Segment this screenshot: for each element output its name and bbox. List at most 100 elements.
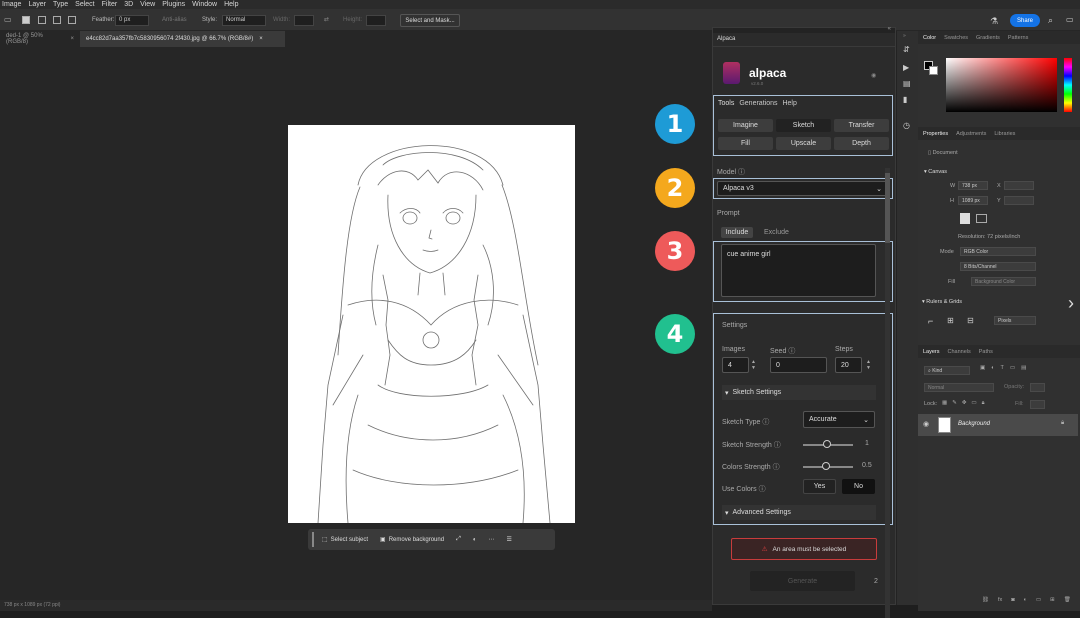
tab-adjustments[interactable]: Adjustments [956,131,986,137]
colors-strength-knob[interactable] [822,462,830,470]
collapse-icon[interactable]: « [888,26,891,32]
adjust-icon[interactable]: ◐ [469,532,481,547]
guides-icon[interactable]: ⊟ [967,316,974,325]
lock-artboard-icon[interactable]: ▭ [971,400,976,407]
layer-filter-select[interactable]: ⌕ Kind [924,366,970,375]
menu-select[interactable]: Select [75,1,94,8]
comment-icon[interactable]: ▮ [903,95,907,104]
height-input[interactable] [366,15,386,26]
tool-transfer-button[interactable]: Transfer [834,119,889,132]
lock-transparency-icon[interactable]: ▦ [942,400,947,407]
new-selection-icon[interactable] [22,16,30,24]
menu-type[interactable]: Type [53,1,68,8]
landscape-orientation-icon[interactable] [976,214,987,223]
add-selection-icon[interactable] [38,16,46,24]
tab-properties[interactable]: Properties [923,131,948,137]
height-field[interactable]: 1089 px [958,196,988,205]
lock-paint-icon[interactable]: ✎ [952,400,957,407]
prompt-textarea[interactable]: cue anime girl [721,244,876,297]
rulers-grids-header[interactable]: ▾ Rulers & Grids [922,299,962,305]
document-canvas[interactable] [288,125,575,524]
tab-channels[interactable]: Channels [948,349,971,355]
scrollbar[interactable] [885,168,890,618]
tab-document-2[interactable]: e4cc82d7aa357fb7c5830956074 2f430.jpg @ … [80,31,285,47]
tab-patterns[interactable]: Patterns [1008,35,1028,41]
menu-plugins[interactable]: Plugins [162,1,185,8]
group-icon[interactable]: ▭ [1036,597,1041,603]
menu-3d[interactable]: 3D [124,1,133,8]
tab-color[interactable]: Color [923,35,936,41]
steps-stepper-icon[interactable]: ▲ ▼ [866,359,871,371]
feather-input[interactable]: 0 px [115,15,149,26]
flask-icon[interactable]: ⚗ [990,16,998,27]
color-picker-field[interactable] [946,58,1057,112]
hue-slider[interactable] [1064,58,1072,112]
close-icon[interactable]: × [70,36,74,42]
drag-handle[interactable] [312,532,314,547]
shape-filter-icon[interactable]: ▭ [1010,365,1015,371]
menu-generations[interactable]: Generations [739,100,777,107]
ruler-icon[interactable]: ⌐ [928,316,933,326]
fill-select[interactable]: Background Color [971,277,1036,286]
sketch-settings-header[interactable]: ▾ Sketch Settings [722,385,876,400]
info-icon[interactable]: ⓘ [738,169,745,176]
steps-input[interactable]: 20 [835,357,862,373]
menu-tools[interactable]: Tools [718,100,734,107]
opacity-field[interactable] [1030,383,1045,392]
workspace-icon[interactable]: ▭ [1066,15,1074,24]
info-icon[interactable]: ⓘ [762,419,769,426]
menu-window[interactable]: Window [192,1,217,8]
style-select[interactable]: Normal [222,15,266,26]
remove-background-button[interactable]: ▣ Remove background [376,532,448,547]
mask-icon[interactable]: ◙ [1011,597,1014,603]
bit-depth-select[interactable]: 8 Bits/Channel [960,262,1036,271]
mode-select[interactable]: RGB Color [960,247,1036,256]
new-layer-icon[interactable]: ⊞ [1050,597,1055,603]
blend-mode-select[interactable]: Normal [924,383,994,392]
subtract-selection-icon[interactable] [53,16,61,24]
collapse-icon[interactable]: » [903,33,906,39]
info-icon[interactable]: ⓘ [759,486,766,493]
select-and-mask-button[interactable]: Select and Mask... [400,14,460,27]
info-icon[interactable]: ⓘ [773,464,780,471]
x-field[interactable] [1004,181,1034,190]
images-stepper-icon[interactable]: ▲ ▼ [751,359,756,371]
sketch-strength-knob[interactable] [823,440,831,448]
tool-imagine-button[interactable]: Imagine [718,119,773,132]
seed-input[interactable]: 0 [770,357,827,373]
share-button[interactable]: Share [1010,14,1040,27]
intersect-selection-icon[interactable] [68,16,76,24]
settings-icon[interactable]: ☰ [503,532,516,547]
sketch-type-select[interactable]: Accurate ⌄ [803,411,875,428]
info-icon[interactable]: ⓘ [788,348,795,355]
exclude-tab[interactable]: Exclude [764,229,789,236]
menu-image[interactable]: Image [2,1,21,8]
info-icon[interactable]: ⓘ [774,442,781,449]
history-icon[interactable]: ◷ [903,121,910,130]
layer-comps-icon[interactable]: ▤ [903,79,911,88]
lock-all-icon[interactable]: 🔒︎ [982,400,985,407]
portrait-orientation-icon[interactable] [960,213,970,224]
eye-icon[interactable]: ◉ [923,420,929,428]
grid-icon[interactable]: ⊞ [947,316,954,325]
use-colors-yes-button[interactable]: Yes [803,479,836,494]
menu-help-alpaca[interactable]: Help [782,100,796,107]
play-icon[interactable]: ▶ [903,63,909,72]
layer-row-background[interactable]: ◉ Background 🔒︎ [918,414,1078,436]
close-icon[interactable]: × [259,36,263,42]
scrollbar-thumb[interactable] [885,173,890,243]
anti-alias-label[interactable]: Anti-alias [162,17,187,23]
units-select[interactable]: Pixels [994,316,1036,325]
lock-move-icon[interactable]: ✥ [962,400,967,407]
more-icon[interactable]: ⋯ [485,532,499,547]
tab-libraries[interactable]: Libraries [994,131,1015,137]
generate-button[interactable]: Generate [750,571,855,591]
menu-layer[interactable]: Layer [28,1,46,8]
tool-upscale-button[interactable]: Upscale [776,137,831,150]
tab-paths[interactable]: Paths [979,349,993,355]
account-icon[interactable]: ◉ [871,72,876,79]
tab-document-1[interactable]: ded-1 @ 50% (RGB/8) × [0,31,80,47]
layer-fill-field[interactable] [1030,400,1045,409]
history-brush-icon[interactable]: ⇵ [903,45,910,54]
tool-sketch-button[interactable]: Sketch [776,119,831,132]
